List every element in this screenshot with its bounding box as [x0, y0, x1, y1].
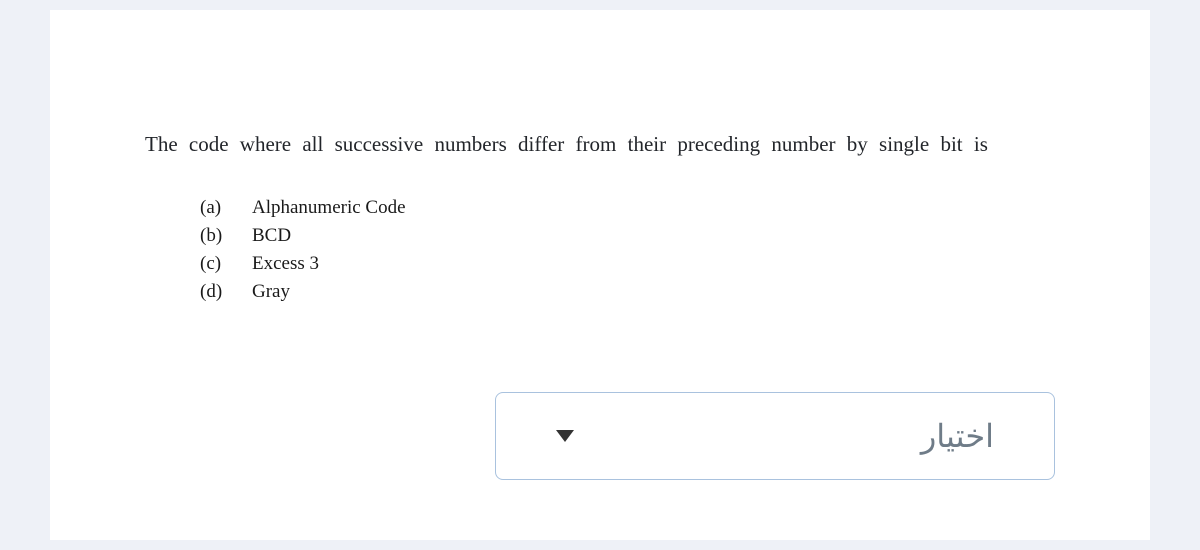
option-d: (d) Gray [200, 281, 1055, 303]
options-list: (a) Alphanumeric Code (b) BCD (c) Excess… [200, 197, 1055, 303]
chevron-down-icon [556, 430, 574, 442]
option-text: BCD [252, 225, 291, 247]
option-b: (b) BCD [200, 225, 1055, 247]
option-text: Alphanumeric Code [252, 197, 406, 219]
option-label: (a) [200, 197, 252, 219]
option-text: Excess 3 [252, 253, 319, 275]
answer-select-wrap: اختيار [495, 392, 1055, 480]
select-placeholder: اختيار [921, 417, 994, 455]
option-label: (d) [200, 281, 252, 303]
option-c: (c) Excess 3 [200, 253, 1055, 275]
option-label: (c) [200, 253, 252, 275]
option-label: (b) [200, 225, 252, 247]
option-a: (a) Alphanumeric Code [200, 197, 1055, 219]
answer-select[interactable]: اختيار [495, 392, 1055, 480]
option-text: Gray [252, 281, 290, 303]
question-text: The code where all successive numbers di… [145, 130, 1055, 159]
question-card: The code where all successive numbers di… [50, 10, 1150, 540]
